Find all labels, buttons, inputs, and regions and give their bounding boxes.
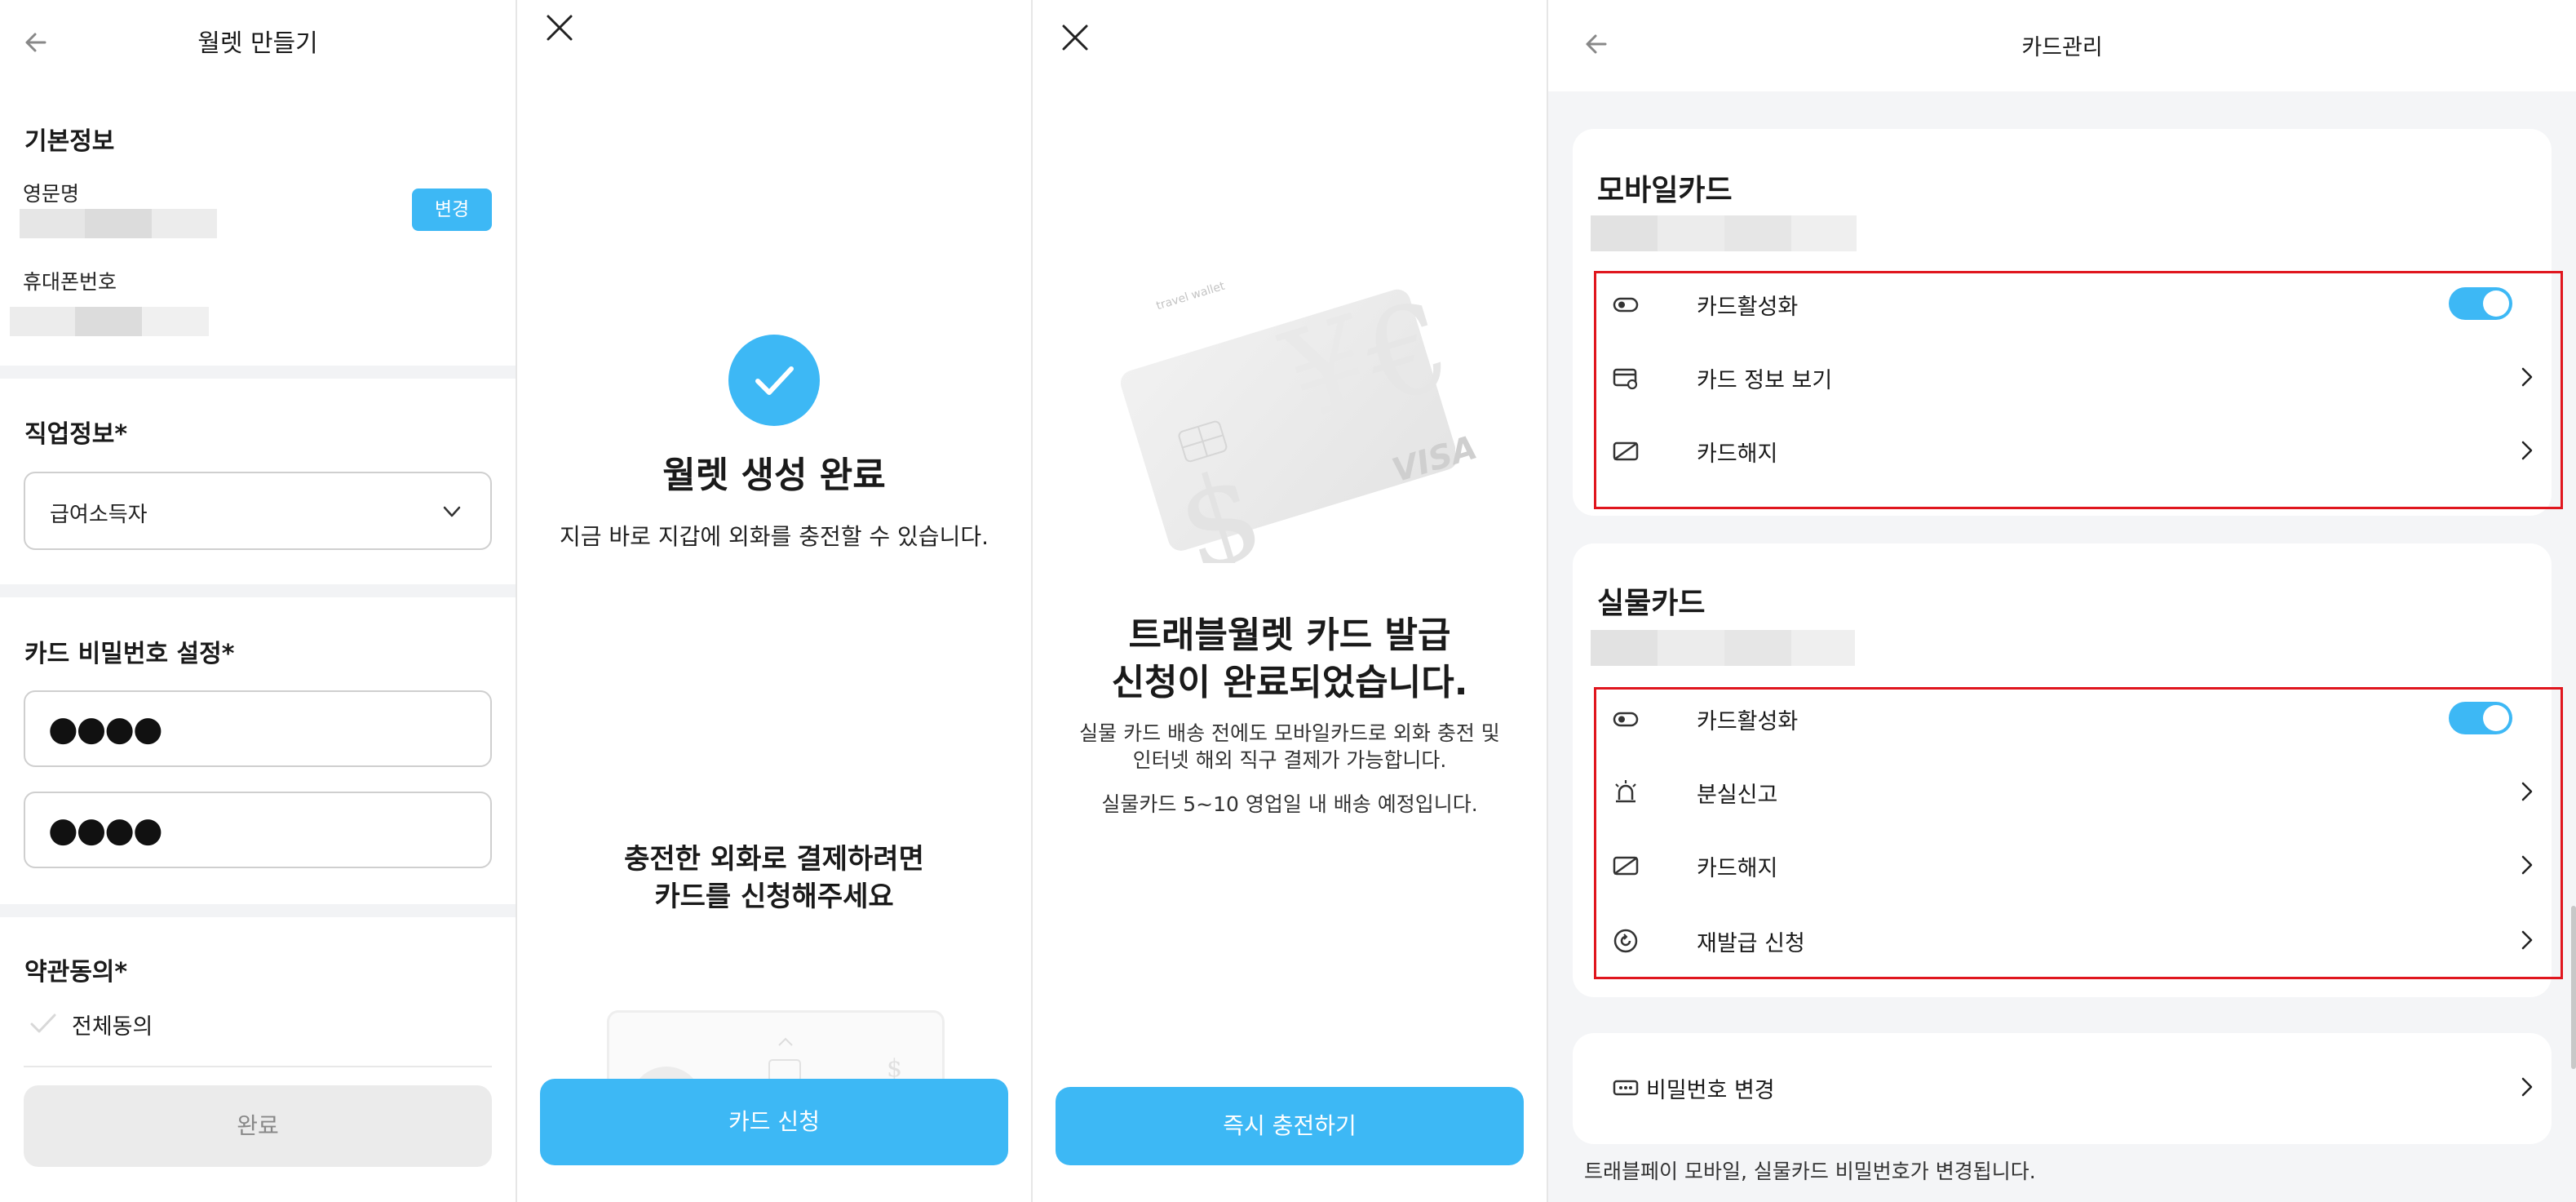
desc-line-2: 인터넷 해외 직구 결제가 가능합니다. (1132, 748, 1447, 772)
agree-all-label: 전체동의 (72, 1014, 153, 1040)
card-password-title: 카드 비밀번호 설정* (24, 640, 235, 668)
card-issued-screen: ¥ € $ travel wallet VISA 트래블월렛 카드 발급 신청이… (1033, 0, 1547, 1202)
page-title: 카드관리 (2021, 35, 2103, 60)
row-label: 카드활성화 (1697, 295, 1799, 320)
wallet-complete-screen: 월렛 생성 완료 지금 바로 지갑에 외화를 충전할 수 있습니다. 충전한 외… (517, 0, 1031, 1202)
chevron-right-icon (2521, 1077, 2533, 1097)
chevron-right-icon (2521, 930, 2533, 950)
toggle-icon (1613, 297, 1639, 313)
password-mask: ●●●● (48, 708, 163, 748)
mobile-activate-toggle[interactable] (2449, 287, 2512, 320)
lost-report-row[interactable]: 분실신고 (1597, 767, 2552, 816)
done-button[interactable]: 완료 (24, 1085, 492, 1167)
travel-card-image: ¥ € $ (1121, 274, 1455, 563)
terms-title: 약관동의* (24, 958, 128, 987)
password-change-card[interactable]: 비밀번호 변경 (1573, 1033, 2552, 1144)
physical-cancel-row[interactable]: 카드해지 (1597, 841, 2552, 889)
page-title: 월렛 만들기 (197, 29, 318, 58)
section-divider (0, 584, 516, 597)
success-check-icon (728, 335, 820, 426)
charge-now-button[interactable]: 즉시 충전하기 (1056, 1087, 1524, 1165)
password-mask: ●●●● (48, 809, 163, 849)
issued-title-line-1: 트래블월렛 카드 발급 (1128, 614, 1451, 656)
dots-icon (1613, 1080, 1639, 1096)
card-cancel-icon (1613, 441, 1639, 461)
siren-icon (1615, 780, 1636, 803)
password-change-label: 비밀번호 변경 (1646, 1078, 1775, 1103)
toggle-icon (1613, 712, 1639, 727)
card-info-icon (1613, 368, 1638, 390)
prompt-line-1: 충전한 외화로 결제하려면 (624, 843, 924, 876)
complete-subtitle: 지금 바로 지갑에 외화를 충전할 수 있습니다. (560, 523, 989, 550)
card-info-row[interactable]: 카드 정보 보기 (1597, 353, 2552, 401)
job-select-value: 급여소득자 (50, 503, 148, 527)
reissue-row[interactable]: 재발급 신청 (1597, 916, 2552, 965)
check-icon[interactable] (29, 1012, 57, 1036)
chevron-right-icon (2521, 367, 2533, 387)
scrollbar[interactable] (2571, 906, 2576, 1069)
change-name-button[interactable]: 변경 (412, 189, 492, 231)
header: 카드관리 (1548, 0, 2576, 91)
chevron-right-icon (2521, 441, 2533, 460)
row-label: 카드해지 (1697, 441, 1778, 467)
wallet-create-screen: 월렛 만들기 기본정보 영문명 변경 휴대폰번호 직업정보* 급여소득자 카드 … (0, 0, 516, 1202)
card-manage-screen: 카드관리 모바일카드 카드활성화 카드 정보 보기 카드해지 실물카드 카드활성… (1548, 0, 2576, 1202)
job-select[interactable]: 급여소득자 (24, 472, 492, 550)
divider (24, 1066, 492, 1067)
physical-card-title: 실물카드 (1597, 587, 1706, 620)
section-divider (0, 366, 516, 379)
prompt-line-2: 카드를 신청해주세요 (654, 880, 894, 913)
row-label: 분실신고 (1697, 783, 1778, 808)
chevron-down-icon (443, 506, 461, 517)
row-label: 재발급 신청 (1697, 931, 1805, 956)
close-icon[interactable] (543, 11, 576, 44)
row-label: 카드해지 (1697, 856, 1778, 881)
mobile-activate-row[interactable]: 카드활성화 (1597, 279, 2552, 328)
card-apply-button[interactable]: 카드 신청 (540, 1079, 1008, 1165)
card-apply-prompt: 충전한 외화로 결제하려면 카드를 신청해주세요 (517, 841, 1031, 916)
row-label: 카드활성화 (1697, 709, 1799, 734)
reissue-icon (1613, 929, 1638, 953)
basic-info-title: 기본정보 (24, 127, 115, 156)
physical-card-number-redacted (1591, 630, 1855, 666)
close-icon[interactable] (1059, 21, 1091, 54)
delivery-notice: 실물카드 5~10 영업일 내 배송 예정입니다. (1101, 792, 1478, 816)
row-label: 카드 정보 보기 (1697, 368, 1833, 393)
physical-activate-toggle[interactable] (2449, 702, 2512, 734)
mobile-cancel-row[interactable]: 카드해지 (1597, 426, 2552, 475)
mobile-card-title: 모바일카드 (1597, 174, 1733, 207)
section-divider (0, 904, 516, 917)
desc-line-1: 실물 카드 배송 전에도 모바일카드로 외화 충전 및 (1079, 721, 1500, 745)
issued-title: 트래블월렛 카드 발급 신청이 완료되었습니다. (1033, 612, 1547, 707)
card-cancel-icon (1613, 856, 1639, 876)
issued-title-line-2: 신청이 완료되었습니다. (1111, 662, 1468, 703)
complete-title: 월렛 생성 완료 (662, 455, 886, 496)
card-password-field[interactable]: ●●●● (24, 690, 492, 767)
issued-description: 실물 카드 배송 전에도 모바일카드로 외화 충전 및 인터넷 해외 직구 결제… (1033, 720, 1547, 774)
chevron-right-icon (2521, 782, 2533, 801)
card-password-confirm-field[interactable]: ●●●● (24, 792, 492, 868)
phone-value-redacted (10, 307, 209, 336)
physical-activate-row[interactable]: 카드활성화 (1597, 694, 2552, 743)
header: 월렛 만들기 (0, 0, 516, 82)
password-footnote: 트래블페이 모바일, 실물카드 비밀번호가 변경됩니다. (1584, 1160, 2036, 1183)
chevron-right-icon (2521, 855, 2533, 875)
english-name-value-redacted (20, 209, 217, 238)
english-name-label: 영문명 (23, 182, 80, 206)
mobile-card-number-redacted (1591, 215, 1857, 251)
phone-label: 휴대폰번호 (23, 270, 117, 294)
job-info-title: 직업정보* (24, 420, 128, 449)
